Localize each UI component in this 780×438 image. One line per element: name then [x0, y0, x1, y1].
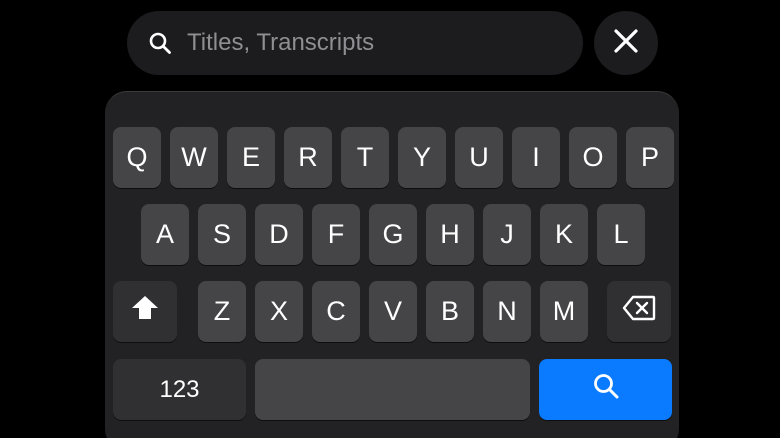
key-d[interactable]: D: [255, 204, 303, 265]
search-bar[interactable]: [127, 11, 583, 75]
key-b[interactable]: B: [426, 281, 474, 342]
close-button[interactable]: [594, 11, 658, 75]
key-l[interactable]: L: [597, 204, 645, 265]
search-key-icon: [592, 372, 620, 407]
key-v[interactable]: V: [369, 281, 417, 342]
backspace-icon: [622, 295, 656, 328]
key-o[interactable]: O: [569, 127, 617, 188]
key-f[interactable]: F: [312, 204, 360, 265]
key-g[interactable]: G: [369, 204, 417, 265]
key-u[interactable]: U: [455, 127, 503, 188]
key-p[interactable]: P: [626, 127, 674, 188]
key-k[interactable]: K: [540, 204, 588, 265]
key-a[interactable]: A: [141, 204, 189, 265]
key-x[interactable]: X: [255, 281, 303, 342]
search-key[interactable]: [539, 359, 672, 420]
key-z[interactable]: Z: [198, 281, 246, 342]
search-screen: Q W E R T Y U I O P A S D F G H J K L Z …: [0, 0, 780, 438]
key-s[interactable]: S: [198, 204, 246, 265]
key-e[interactable]: E: [227, 127, 275, 188]
search-icon: [147, 30, 173, 56]
key-j[interactable]: J: [483, 204, 531, 265]
key-n[interactable]: N: [483, 281, 531, 342]
delete-key[interactable]: [607, 281, 671, 342]
key-y[interactable]: Y: [398, 127, 446, 188]
key-h[interactable]: H: [426, 204, 474, 265]
key-i[interactable]: I: [512, 127, 560, 188]
key-c[interactable]: C: [312, 281, 360, 342]
shift-key[interactable]: [113, 281, 177, 342]
key-m[interactable]: M: [540, 281, 588, 342]
key-q[interactable]: Q: [113, 127, 161, 188]
keyboard: Q W E R T Y U I O P A S D F G H J K L Z …: [105, 91, 679, 438]
key-r[interactable]: R: [284, 127, 332, 188]
shift-icon: [130, 294, 160, 329]
key-w[interactable]: W: [170, 127, 218, 188]
search-input[interactable]: [187, 23, 583, 63]
space-key[interactable]: [255, 359, 530, 420]
close-icon: [612, 27, 640, 60]
key-t[interactable]: T: [341, 127, 389, 188]
numbers-key[interactable]: 123: [113, 359, 246, 420]
